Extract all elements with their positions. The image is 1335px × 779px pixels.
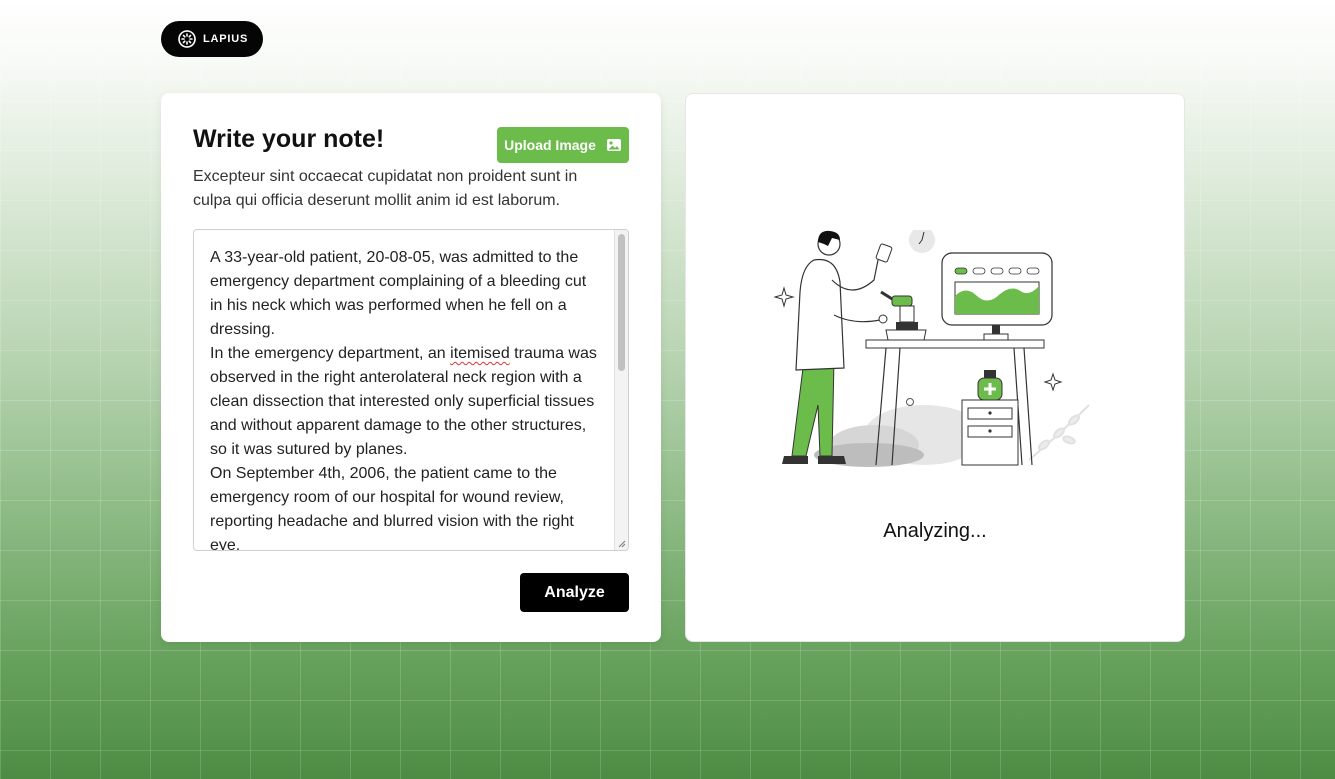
brand-logo[interactable]: LAPIUS [161,21,263,57]
note-line: In the emergency department, an [210,345,451,362]
editor-description: Excepteur sint occaecat cupidatat non pr… [193,168,578,209]
textarea-scrollbar[interactable] [614,230,628,550]
image-icon [606,139,621,151]
note-textarea[interactable]: A 33-year-old patient, 20-08-05, was adm… [193,229,629,551]
scrollbar-thumb[interactable] [618,234,625,371]
resize-handle-icon[interactable] [617,539,626,548]
note-line: A 33-year-old patient, 20-08-05, was adm… [210,249,591,338]
analysis-result-card: Analyzing... [685,93,1185,642]
lapius-logo-icon [178,30,196,48]
upload-image-label: Upload Image [504,137,596,153]
upload-image-button[interactable]: Upload Image [497,127,629,163]
note-line: On September 4th, 2006, the patient came… [210,465,579,551]
brand-name: LAPIUS [203,33,249,45]
note-editor-card: Write your note! Upload Image Excepteur … [161,93,661,642]
editor-title: Write your note! [193,125,385,153]
scientist-microscope-illustration [774,230,1090,467]
misspelled-word: itemised [450,345,510,362]
analysis-status: Analyzing... [883,520,987,542]
analyze-button[interactable]: Analyze [520,573,629,612]
note-text[interactable]: A 33-year-old patient, 20-08-05, was adm… [210,246,602,551]
